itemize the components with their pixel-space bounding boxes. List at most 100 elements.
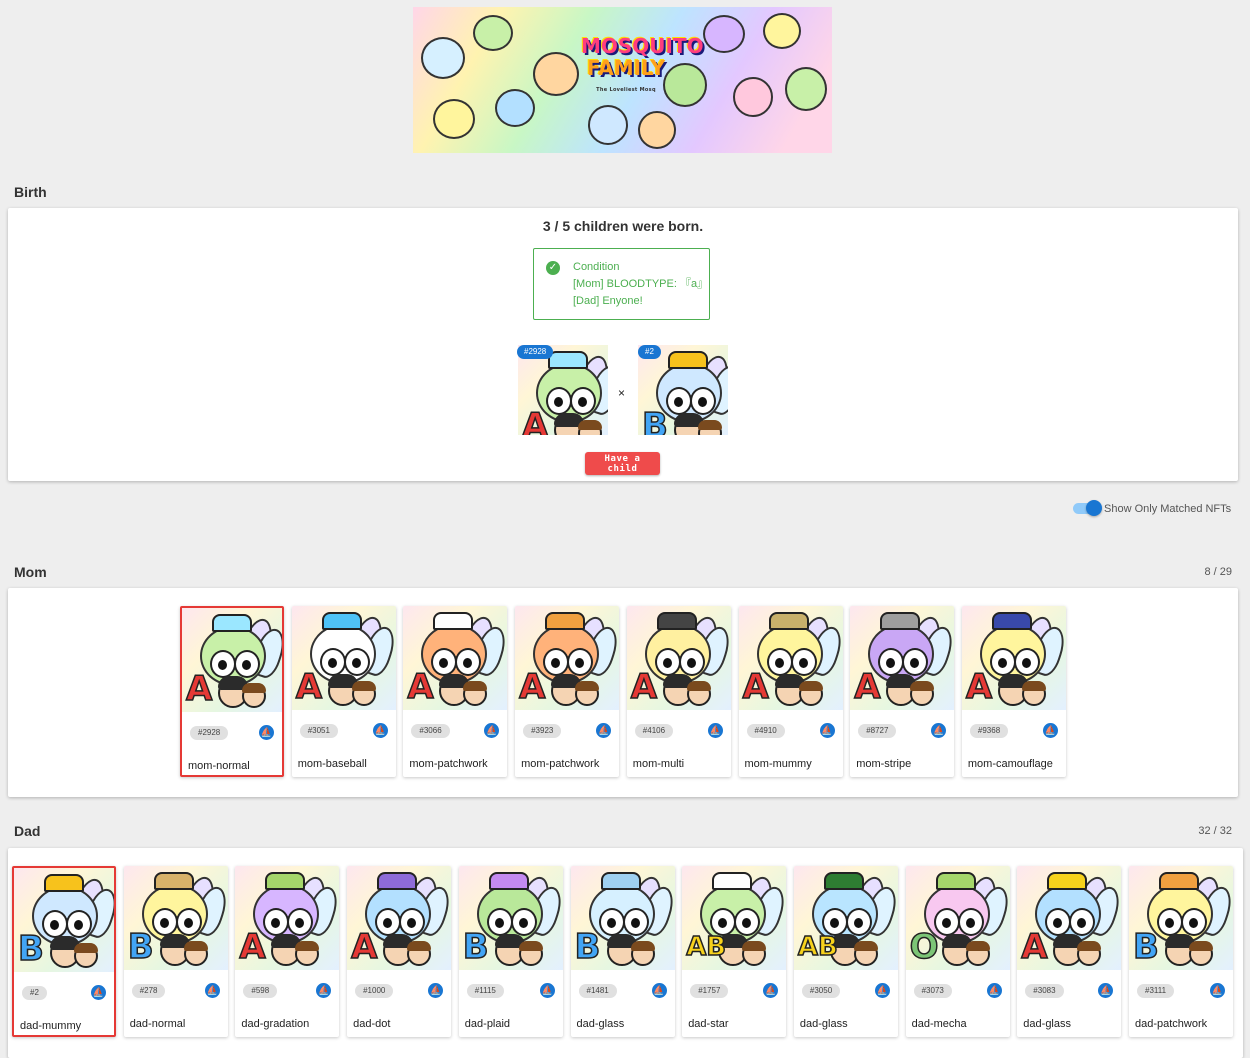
download-icon[interactable]: ⛵ xyxy=(204,983,220,998)
download-icon[interactable]: ⛵ xyxy=(484,723,500,738)
nft-card[interactable]: A #1000 ⛵ dad-dot xyxy=(347,866,452,1037)
download-icon[interactable]: ⛵ xyxy=(763,983,779,998)
mosquito-family-banner: MOSQUITO FAMILY The Loveliest Mosq xyxy=(413,7,832,153)
nft-id-badge: #4106 xyxy=(634,724,674,738)
nft-card[interactable]: A #3051 ⛵ mom-baseball xyxy=(291,606,396,777)
bloodtype-letter: AB xyxy=(685,931,727,963)
bloodtype-letter: A xyxy=(630,667,658,707)
banner-character xyxy=(473,15,513,51)
nft-name: dad-patchwork xyxy=(1135,1018,1208,1030)
nft-id-badge: #1757 xyxy=(690,984,729,998)
check-circle-icon: ✓ xyxy=(546,261,560,275)
accessory-shape xyxy=(991,612,1032,630)
banner-logo: MOSQUITO FAMILY The Loveliest Mosq xyxy=(581,35,704,101)
nft-id-badge: #9368 xyxy=(969,724,1009,738)
mosquito-nft-image: AB xyxy=(793,866,898,970)
nft-card[interactable]: AB #1757 ⛵ dad-star xyxy=(682,866,787,1037)
download-icon[interactable]: ⛵ xyxy=(539,983,555,998)
nft-id-badge: #4910 xyxy=(746,724,785,738)
nft-name: mom-patchwork xyxy=(409,758,488,770)
accessory-shape xyxy=(545,612,586,630)
kid-face xyxy=(578,420,602,435)
bloodtype-letter: A xyxy=(853,667,881,707)
nft-card[interactable]: A #8727 ⛵ mom-stripe xyxy=(850,606,955,777)
kid-face xyxy=(1189,941,1213,966)
mosquito-nft-image: A xyxy=(850,606,955,710)
kid-face xyxy=(183,941,208,966)
bloodtype-letter: AB xyxy=(797,931,838,963)
accessory-shape xyxy=(1047,872,1088,890)
logo-line-2: FAMILY xyxy=(586,56,666,80)
nft-card[interactable]: B #278 ⛵ dad-normal xyxy=(123,866,228,1037)
mosquito-nft-image: A xyxy=(961,606,1066,710)
download-icon[interactable]: ⛵ xyxy=(259,725,274,740)
nft-name: dad-glass xyxy=(799,1018,848,1030)
have-a-child-button[interactable]: Have a child xyxy=(585,452,660,475)
accessory-shape xyxy=(656,612,697,630)
bloodtype-letter: B xyxy=(574,927,601,967)
bloodtype-letter: B xyxy=(127,927,154,967)
nft-card[interactable]: A #3083 ⛵ dad-glass xyxy=(1017,866,1122,1037)
nft-card[interactable]: A #4910 ⛵ mom-mummy xyxy=(738,606,843,777)
bloodtype-letter: A xyxy=(521,406,549,435)
download-icon[interactable]: ⛵ xyxy=(707,723,723,738)
kid-face xyxy=(853,941,878,966)
banner-character xyxy=(421,37,465,79)
nft-id-badge: #3923 xyxy=(523,724,562,738)
nft-id-badge: #3051 xyxy=(299,724,338,738)
nft-id-badge: #1481 xyxy=(578,984,617,998)
nft-card[interactable]: A #3923 ⛵ mom-patchwork xyxy=(515,606,620,777)
nft-card[interactable]: B #1481 ⛵ dad-glass xyxy=(570,866,675,1037)
download-icon[interactable]: ⛵ xyxy=(316,983,332,998)
nft-card[interactable]: A #3066 ⛵ mom-patchwork xyxy=(403,606,508,777)
toggle-knob[interactable] xyxy=(1086,500,1102,516)
condition-box: ✓ Condition [Mom] BLOODTYPE: 『a』 [Dad] E… xyxy=(533,248,710,320)
download-icon[interactable]: ⛵ xyxy=(1210,983,1225,998)
nft-card[interactable]: B #3111 ⛵ dad-patchwork xyxy=(1129,866,1233,1037)
download-icon[interactable]: ⛵ xyxy=(596,723,612,738)
download-icon[interactable]: ⛵ xyxy=(874,983,890,998)
mosquito-nft-image: O xyxy=(905,866,1010,970)
banner-character xyxy=(733,77,773,117)
download-icon[interactable]: ⛵ xyxy=(372,723,388,738)
download-icon[interactable]: ⛵ xyxy=(819,723,835,738)
accessory-shape xyxy=(712,872,753,890)
nft-card[interactable]: A #598 ⛵ dad-gradation xyxy=(235,866,340,1037)
kid-face xyxy=(518,941,543,966)
nft-name: mom-patchwork xyxy=(521,758,600,770)
nft-id-badge: #1115 xyxy=(466,984,504,998)
download-icon[interactable]: ⛵ xyxy=(428,983,444,998)
download-icon[interactable]: ⛵ xyxy=(986,983,1002,998)
nft-name: dad-normal xyxy=(129,1018,186,1030)
banner-character xyxy=(495,89,535,127)
nft-card[interactable]: A #2928 ⛵ mom-normal xyxy=(180,606,284,777)
bloodtype-letter: A xyxy=(295,667,323,707)
nft-card[interactable]: A #4106 ⛵ mom-multi xyxy=(626,606,731,777)
nft-name: dad-star xyxy=(688,1018,729,1030)
selected-mom-id: #2928 xyxy=(517,345,554,359)
mosquito-nft-image: A xyxy=(235,866,340,970)
accessory-shape xyxy=(377,872,418,890)
download-icon[interactable]: ⛵ xyxy=(91,985,106,1000)
mom-count: 8 / 29 xyxy=(1204,566,1232,578)
nft-id-badge: #598 xyxy=(243,984,278,998)
nft-name: dad-plaid xyxy=(464,1018,511,1030)
bloodtype-letter: B xyxy=(17,929,44,969)
nft-card[interactable]: B #1115 ⛵ dad-plaid xyxy=(458,866,563,1037)
download-icon[interactable]: ⛵ xyxy=(1098,983,1114,998)
nft-name: dad-mecha xyxy=(911,1018,967,1030)
mosquito-nft-image: A xyxy=(347,866,452,970)
download-icon[interactable]: ⛵ xyxy=(931,723,947,738)
mosquito-nft-image: A xyxy=(738,606,843,710)
condition-title: Condition xyxy=(573,261,620,273)
times-icon: × xyxy=(618,386,626,400)
nft-card[interactable]: A #9368 ⛵ mom-camouflage xyxy=(961,606,1066,777)
download-icon[interactable]: ⛵ xyxy=(651,983,667,998)
bloodtype-letter: B xyxy=(641,406,668,435)
download-icon[interactable]: ⛵ xyxy=(1042,723,1058,738)
nft-card[interactable]: AB #3050 ⛵ dad-glass xyxy=(793,866,898,1037)
bloodtype-letter: A xyxy=(1021,927,1049,967)
nft-card[interactable]: B #2 ⛵ dad-mummy xyxy=(12,866,116,1037)
nft-card[interactable]: O #3073 ⛵ dad-mecha xyxy=(905,866,1010,1037)
kid-face xyxy=(698,420,722,435)
